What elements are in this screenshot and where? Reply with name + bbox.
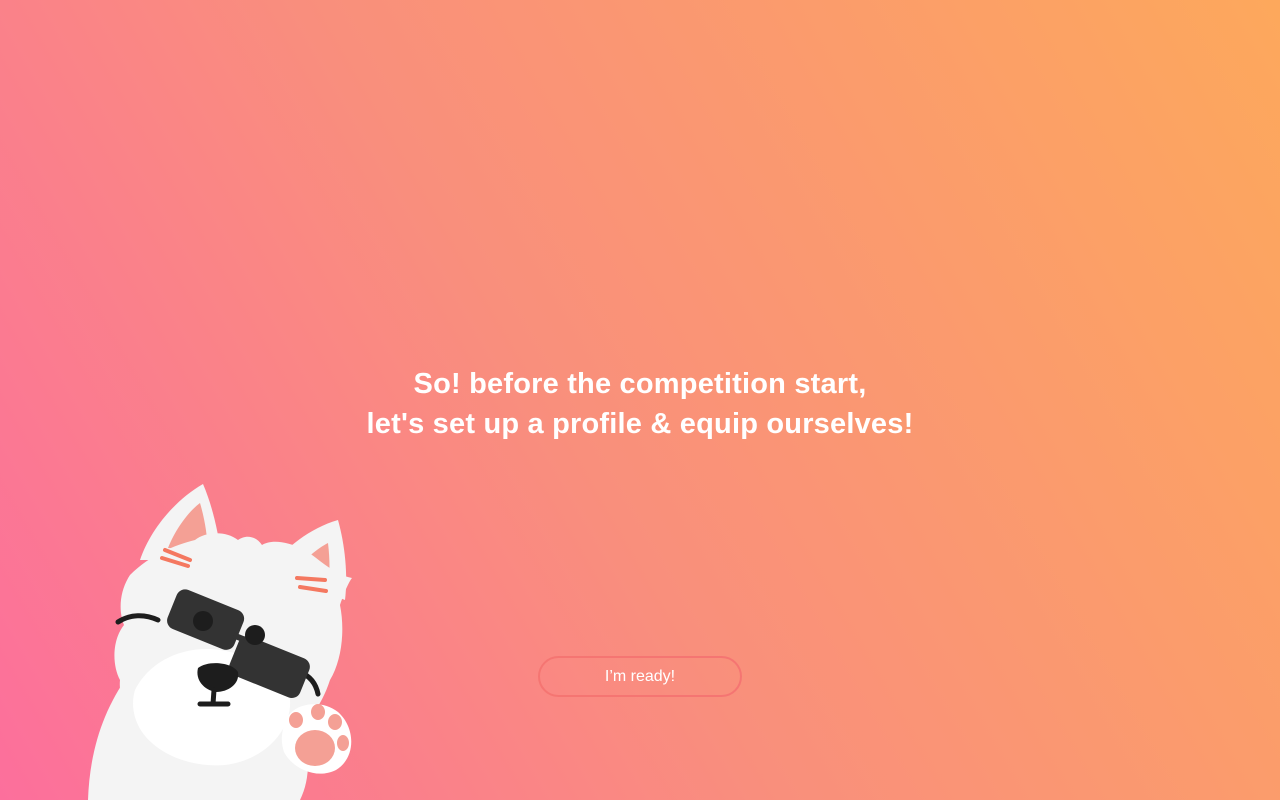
im-ready-button[interactable]: I’m ready! bbox=[538, 656, 742, 697]
intro-line-2: let's set up a profile & equip ourselves… bbox=[366, 408, 914, 440]
intro-headline: So! before the competition start, let's … bbox=[0, 364, 1280, 444]
intro-line-1: So! before the competition start, bbox=[413, 368, 867, 400]
dog-with-sunglasses-icon bbox=[88, 484, 352, 800]
